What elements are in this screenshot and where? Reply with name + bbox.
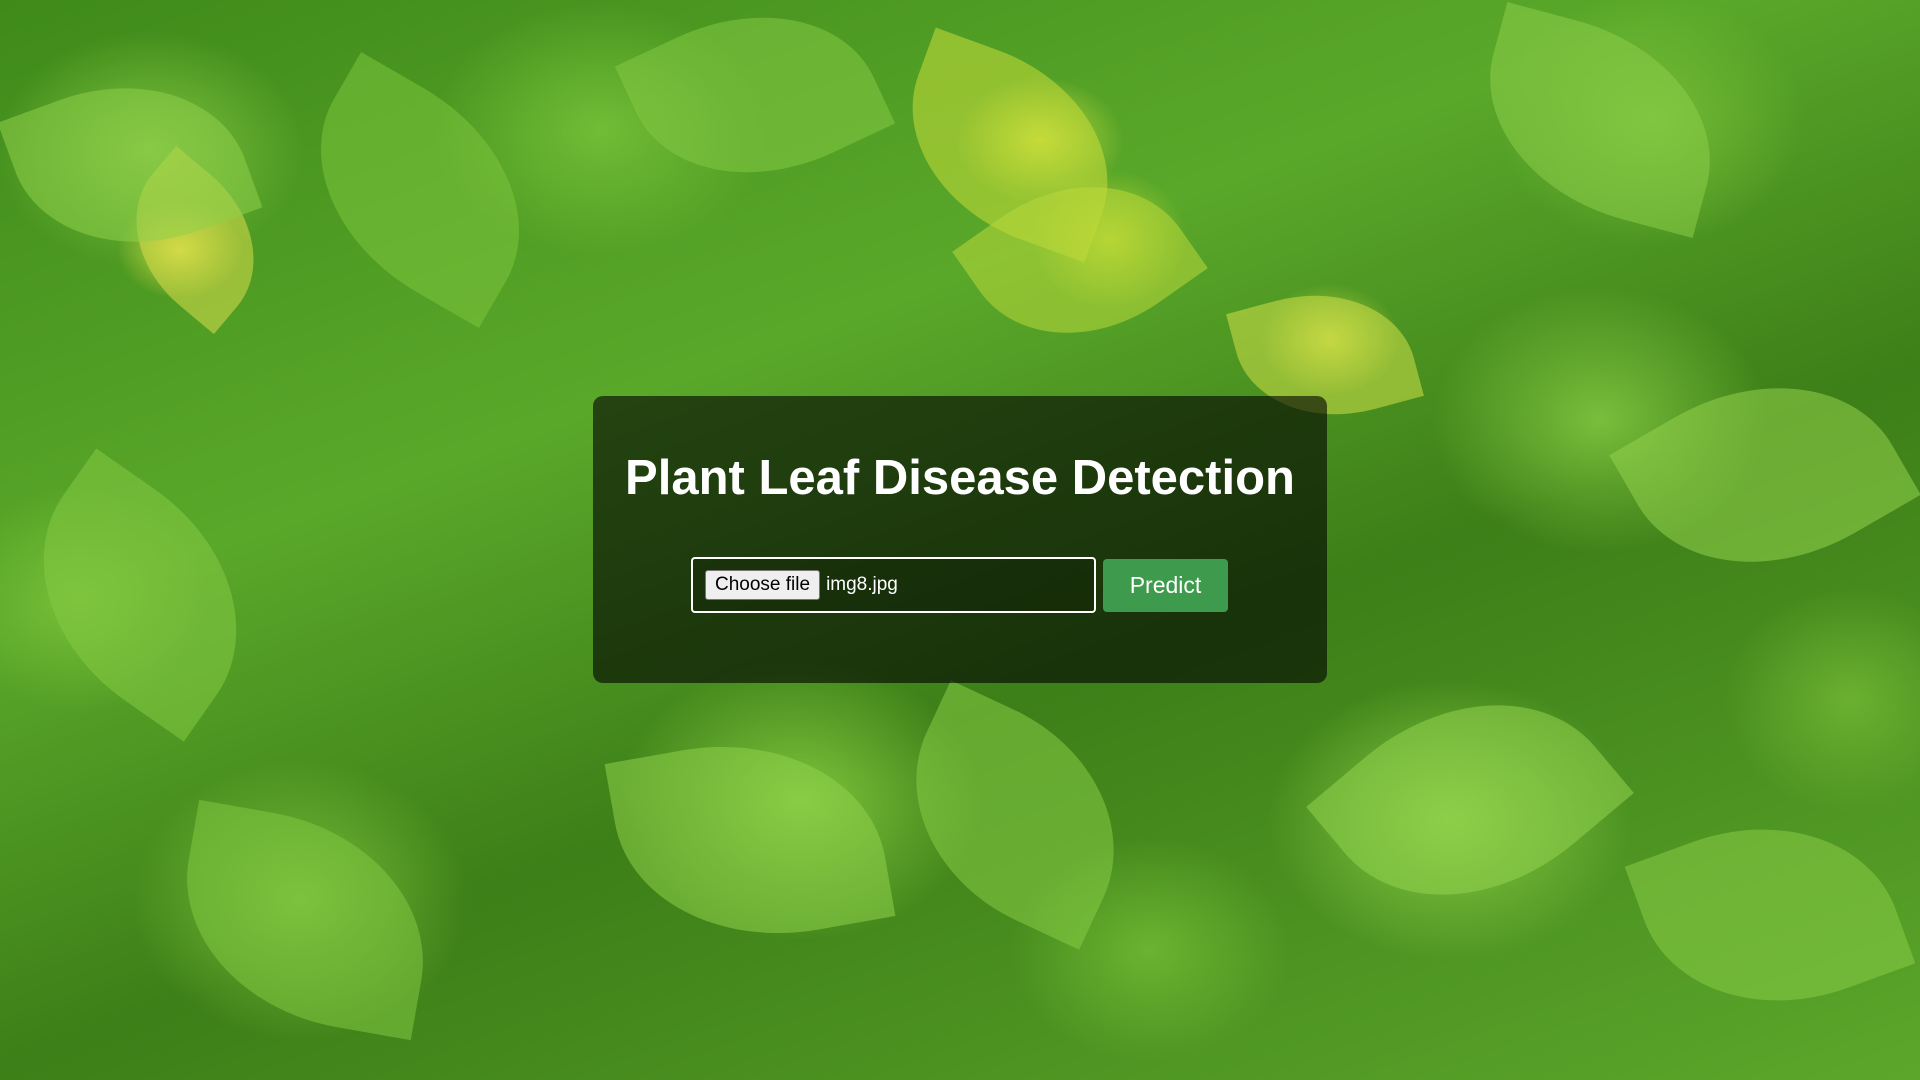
- selected-file-name: img8.jpg: [826, 574, 898, 595]
- leaf-shape: [164, 799, 446, 1041]
- leaf-shape: [1624, 784, 1916, 1046]
- upload-panel: Plant Leaf Disease Detection Choose file…: [593, 396, 1327, 683]
- choose-file-button[interactable]: Choose file: [705, 570, 821, 600]
- leaf-shape: [271, 52, 569, 328]
- file-input[interactable]: Choose file img8.jpg: [691, 557, 1096, 613]
- page-title: Plant Leaf Disease Detection: [625, 451, 1295, 505]
- leaf-shape: [604, 718, 896, 962]
- leaf-shape: [870, 680, 1160, 950]
- leaf-shape: [1609, 330, 1920, 620]
- upload-form: Choose file img8.jpg Predict: [691, 557, 1228, 613]
- leaf-shape: [1306, 639, 1634, 961]
- predict-button[interactable]: Predict: [1103, 558, 1228, 612]
- leaf-shape: [0, 448, 293, 742]
- leaf-shape: [614, 0, 896, 221]
- leaf-shape: [1460, 2, 1740, 238]
